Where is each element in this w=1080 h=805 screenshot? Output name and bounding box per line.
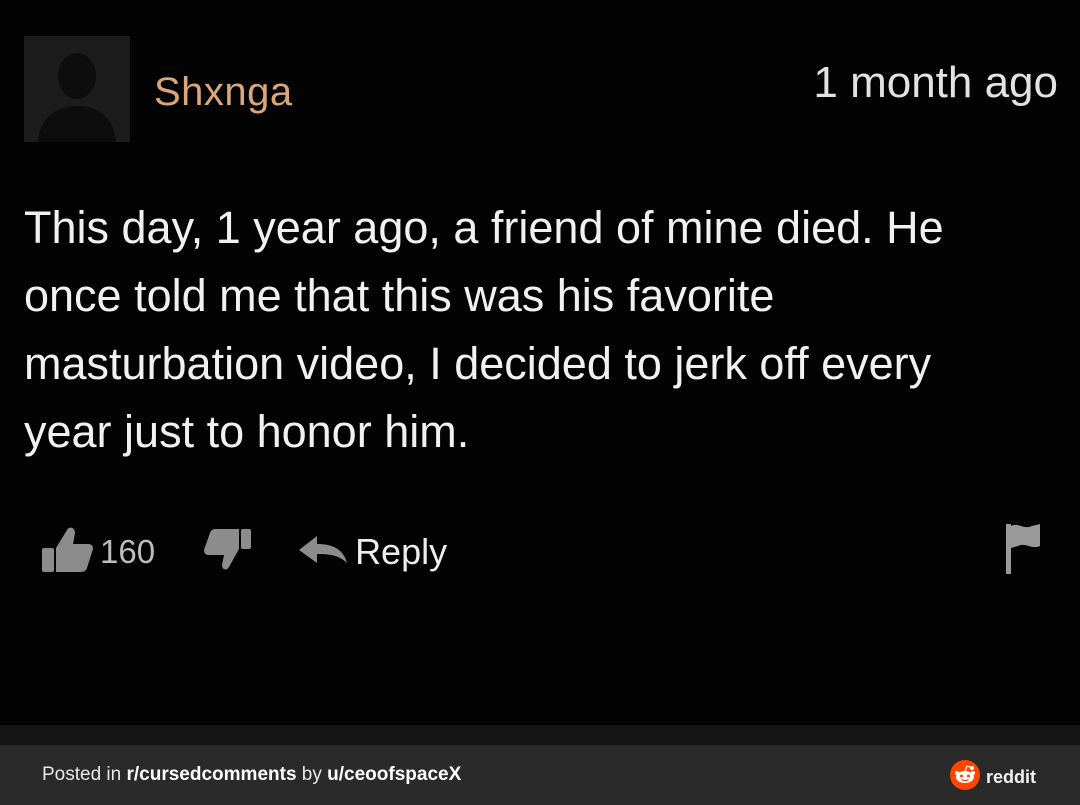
reddit-footer: Posted in r/cursedcomments by u/ceoofspa… [0,745,1080,805]
comment-text: This day, 1 year ago, a friend of mine d… [24,202,944,457]
posted-prefix: Posted in [42,764,127,785]
comment-actions: 160 Reply [40,522,447,582]
report-button[interactable] [1000,520,1044,581]
default-avatar-icon[interactable] [24,36,130,142]
thumbs-down-icon [201,527,253,578]
comment-card: Shxnga 1 month ago This day, 1 year ago,… [0,0,1080,725]
dislike-button[interactable] [201,527,253,578]
divider [0,725,1080,745]
reply-button[interactable]: Reply [297,531,447,573]
subreddit-link[interactable]: r/cursedcomments [127,764,297,785]
reply-label: Reply [355,531,448,572]
reddit-alien-icon [949,760,980,795]
user-link[interactable]: u/ceoofspaceX [327,764,461,785]
thumbs-up-icon [40,524,94,581]
post-attribution: Posted in r/cursedcomments by u/ceoofspa… [42,764,461,786]
posted-middle: by [296,764,328,785]
flag-icon [1000,524,1044,580]
like-count: 160 [100,533,156,570]
comment-username[interactable]: Shxnga [154,70,293,115]
reddit-wordmark: reddit [985,767,1036,787]
reply-arrow-icon [297,533,349,572]
reddit-logo[interactable]: reddit [949,760,1036,795]
like-button[interactable]: 160 [40,524,155,581]
comment-timestamp: 1 month ago [813,58,1058,107]
